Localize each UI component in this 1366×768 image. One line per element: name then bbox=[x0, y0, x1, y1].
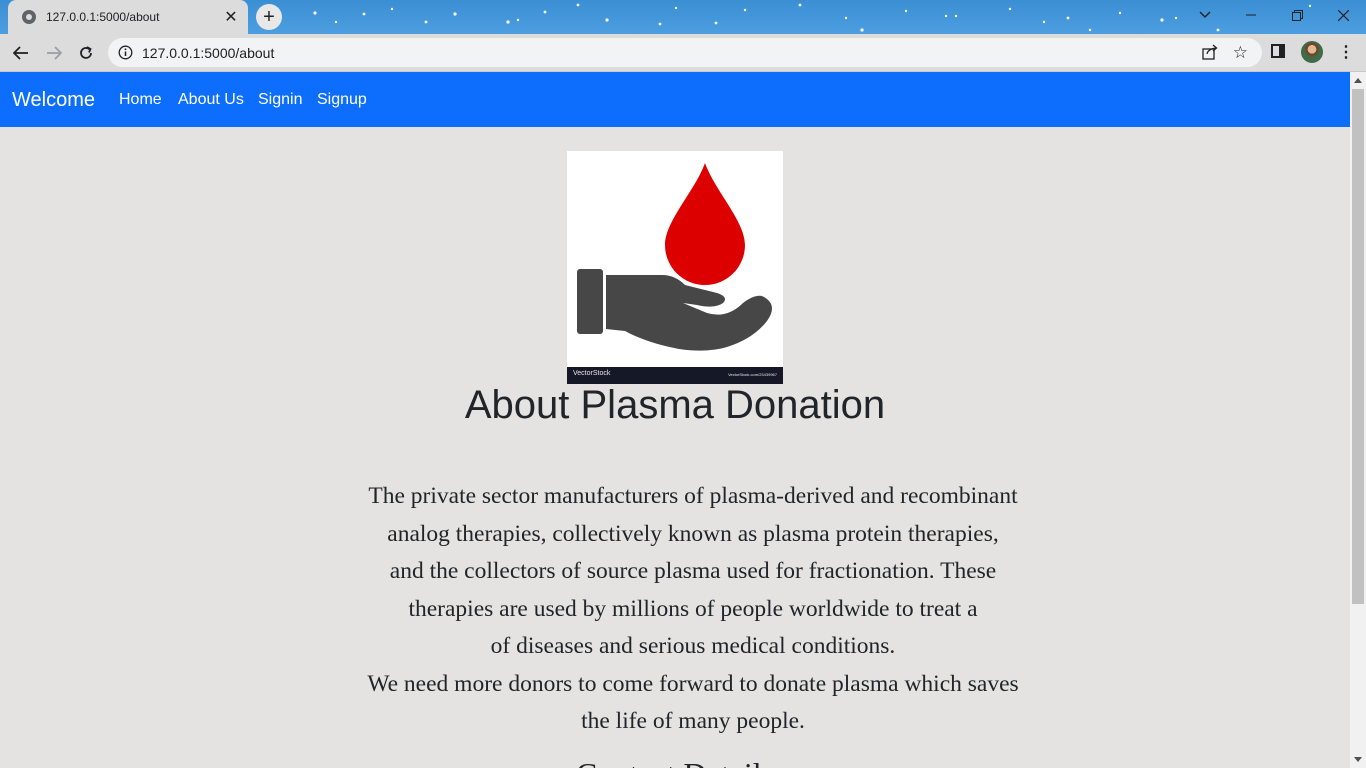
page-viewport: Welcome Home About Us Signin Signup Vect… bbox=[0, 72, 1350, 768]
tab-title: 127.0.0.1:5000/about bbox=[46, 10, 160, 24]
minimize-icon bbox=[1246, 14, 1256, 16]
restore-icon bbox=[1291, 9, 1303, 21]
forward-button[interactable] bbox=[41, 40, 67, 66]
close-window-button[interactable] bbox=[1320, 0, 1366, 30]
chevron-down-icon bbox=[1199, 11, 1211, 18]
paragraph-line: and the collectors of source plasma used… bbox=[389, 558, 997, 584]
reload-icon bbox=[80, 46, 92, 59]
paragraph-line: of diseases and serious medical conditio… bbox=[490, 633, 896, 659]
browser-tab[interactable]: 127.0.0.1:5000/about ✕ bbox=[8, 0, 248, 34]
plasma-donation-image: VectorStock VectorStock.com/23439967 bbox=[567, 151, 783, 384]
back-arrow-icon bbox=[13, 46, 28, 60]
blood-drop-hand-icon bbox=[577, 163, 772, 351]
paragraph-line: therapies are used by millions of people… bbox=[408, 595, 978, 622]
scrollbar-thumb[interactable] bbox=[1352, 89, 1364, 604]
navbar-brand[interactable]: Welcome bbox=[12, 89, 95, 112]
watermark-strip: VectorStock VectorStock.com/23439967 bbox=[567, 367, 783, 384]
url-text: 127.0.0.1:5000/about bbox=[142, 45, 275, 61]
forward-arrow-icon bbox=[47, 46, 62, 60]
paragraph-line: The private sector manufacturers of plas… bbox=[368, 483, 1018, 509]
nav-link-signin[interactable]: Signin bbox=[258, 91, 302, 109]
paragraph-line: analog therapies, collectively known as … bbox=[387, 520, 999, 547]
nav-link-signup[interactable]: Signup bbox=[317, 91, 367, 109]
back-button[interactable] bbox=[8, 40, 34, 66]
restore-button[interactable] bbox=[1274, 0, 1320, 30]
globe-icon bbox=[22, 10, 36, 24]
close-tab-icon[interactable]: ✕ bbox=[222, 8, 240, 26]
tab-search-button[interactable] bbox=[1182, 0, 1228, 30]
watermark-left: VectorStock bbox=[573, 370, 611, 377]
paragraph-line: We need more donors to come forward to d… bbox=[367, 670, 1019, 697]
close-icon bbox=[1337, 9, 1349, 21]
paragraph-line: the life of many people. bbox=[581, 708, 805, 734]
watermark-right: VectorStock.com/23439967 bbox=[728, 372, 777, 377]
site-navbar: Welcome Home About Us Signin Signup bbox=[0, 72, 1350, 127]
nav-link-about-us[interactable]: About Us bbox=[178, 91, 244, 109]
scroll-down-arrow-icon[interactable] bbox=[1354, 757, 1362, 762]
vertical-scrollbar[interactable] bbox=[1350, 72, 1366, 768]
page-title: About Plasma Donation bbox=[464, 383, 886, 427]
site-info-icon[interactable] bbox=[118, 45, 133, 60]
contact-details-heading: Contact Details bbox=[0, 756, 1350, 768]
address-bar[interactable]: 127.0.0.1:5000/about ☆ bbox=[108, 38, 1262, 67]
browser-toolbar: 127.0.0.1:5000/about ☆ ⋮ bbox=[0, 34, 1366, 72]
browser-title-bar: 127.0.0.1:5000/about ✕ + bbox=[0, 0, 1366, 34]
bookmark-star-icon[interactable]: ☆ bbox=[1233, 43, 1248, 63]
side-panel-icon[interactable] bbox=[1271, 44, 1285, 58]
profile-avatar[interactable] bbox=[1301, 41, 1323, 63]
minimize-button[interactable] bbox=[1228, 0, 1274, 30]
reload-button[interactable] bbox=[73, 40, 99, 66]
share-icon[interactable] bbox=[1202, 44, 1218, 60]
nav-link-home[interactable]: Home bbox=[119, 91, 162, 109]
about-paragraph: The private sector manufacturers of plas… bbox=[325, 478, 1061, 741]
browser-menu-icon[interactable]: ⋮ bbox=[1338, 42, 1354, 62]
scroll-up-arrow-icon[interactable] bbox=[1354, 78, 1362, 83]
new-tab-button[interactable]: + bbox=[256, 4, 282, 30]
